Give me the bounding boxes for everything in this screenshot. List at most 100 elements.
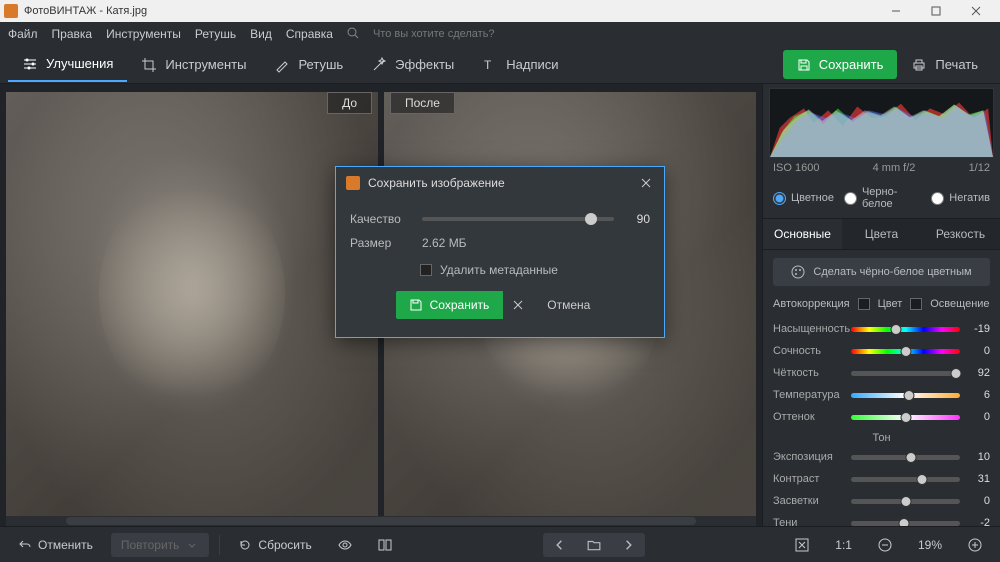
remove-metadata-checkbox[interactable] [420, 264, 432, 276]
radio-color[interactable]: Цветное [773, 186, 834, 210]
slider-tint-value: 0 [966, 411, 990, 423]
subtab-sharpness[interactable]: Резкость [921, 219, 1000, 249]
tab-enhancements[interactable]: Улучшения [8, 48, 127, 82]
exif-lens: 4 mm f/2 [873, 162, 916, 174]
tool-tabs: Улучшения Инструменты Ретушь Эффекты T Н… [0, 46, 1000, 84]
slider-vibrance-value: 0 [966, 345, 990, 357]
dialog-close-button[interactable] [638, 175, 654, 191]
slider-highlights[interactable] [851, 499, 960, 504]
autocorrect-label: Автокоррекция [773, 298, 850, 310]
redo-button[interactable]: Повторить [111, 533, 210, 557]
subtab-main[interactable]: Основные [763, 219, 842, 249]
horizontal-scrollbar[interactable] [6, 516, 756, 526]
checkbox-auto-light[interactable] [910, 298, 922, 310]
printer-icon [911, 57, 927, 73]
radio-negative[interactable]: Негатив [931, 186, 990, 210]
slider-shadows-value: -2 [966, 517, 990, 526]
colorize-button[interactable]: Сделать чёрно-белое цветным [773, 258, 990, 286]
slider-clarity[interactable] [851, 371, 960, 376]
file-nav [543, 533, 645, 557]
dialog-app-icon [346, 176, 360, 190]
print-button-label: Печать [935, 57, 978, 72]
compare-toggle[interactable] [370, 534, 400, 556]
color-mode-radios: Цветное Черно-белое Негатив [763, 180, 1000, 219]
dialog-cancel-button[interactable]: Отмена [533, 291, 604, 319]
histogram[interactable] [769, 88, 994, 158]
slider-shadows[interactable] [851, 521, 960, 526]
dialog-cancel-x[interactable] [503, 291, 533, 319]
tab-captions[interactable]: T Надписи [468, 49, 572, 81]
dialog-title: Сохранить изображение [368, 176, 630, 190]
auto-color-label: Цвет [878, 298, 903, 310]
crop-icon [141, 57, 157, 73]
auto-light-label: Освещение [930, 298, 989, 310]
colorize-label: Сделать чёрно-белое цветным [813, 266, 971, 278]
app-icon [4, 4, 18, 18]
menu-view[interactable]: Вид [250, 27, 272, 41]
menu-retouch[interactable]: Ретушь [195, 27, 236, 41]
slider-contrast[interactable] [851, 477, 960, 482]
prev-file-button[interactable] [543, 533, 577, 557]
actual-size-button[interactable]: 1:1 [827, 534, 860, 556]
slider-saturation[interactable] [851, 327, 960, 332]
save-button[interactable]: Сохранить [783, 50, 898, 79]
radio-bw[interactable]: Черно-белое [844, 186, 921, 210]
slider-tint[interactable] [851, 415, 960, 420]
tab-captions-label: Надписи [506, 57, 558, 72]
fit-screen-button[interactable] [787, 534, 817, 556]
search-input[interactable]: Что вы хотите сделать? [373, 28, 495, 40]
search-icon [347, 27, 359, 42]
close-button[interactable] [956, 0, 996, 22]
menu-tools[interactable]: Инструменты [106, 27, 181, 41]
slider-saturation-value: -19 [966, 323, 990, 335]
folder-icon [587, 538, 601, 552]
print-button[interactable]: Печать [897, 50, 992, 80]
window-titlebar: ФотоВИНТАЖ - Катя.jpg [0, 0, 1000, 22]
exif-iso: ISO 1600 [773, 162, 819, 174]
tab-retouch-label: Ретушь [298, 57, 343, 72]
slider-vibrance[interactable] [851, 349, 960, 354]
checkbox-auto-color[interactable] [858, 298, 870, 310]
menu-edit[interactable]: Правка [52, 27, 93, 41]
slider-highlights-label: Засветки [773, 495, 845, 507]
slider-temperature[interactable] [851, 393, 960, 398]
slider-contrast-value: 31 [966, 473, 990, 485]
maximize-button[interactable] [916, 0, 956, 22]
menu-file[interactable]: Файл [8, 27, 38, 41]
before-label: До [327, 92, 372, 114]
exif-info: ISO 1600 4 mm f/2 1/12 [763, 160, 1000, 180]
reset-button[interactable]: Сбросить [230, 534, 319, 556]
undo-button[interactable]: Отменить [10, 534, 101, 556]
minimize-button[interactable] [876, 0, 916, 22]
tab-tools[interactable]: Инструменты [127, 49, 260, 81]
preview-toggle[interactable] [330, 534, 360, 556]
canvas-before[interactable]: До [6, 92, 378, 518]
quality-slider[interactable] [422, 217, 614, 221]
next-file-button[interactable] [611, 533, 645, 557]
minus-icon [878, 538, 892, 552]
size-label: Размер [350, 236, 410, 250]
zoom-value[interactable]: 19% [910, 534, 950, 556]
slider-contrast-label: Контраст [773, 473, 845, 485]
save-icon [410, 299, 422, 311]
open-folder-button[interactable] [577, 533, 611, 557]
slider-temperature-value: 6 [966, 389, 990, 401]
subtab-colors[interactable]: Цвета [842, 219, 921, 249]
tab-retouch[interactable]: Ретушь [260, 49, 357, 81]
right-panel: ISO 1600 4 mm f/2 1/12 Цветное Черно-бел… [762, 84, 1000, 526]
fit-icon [795, 538, 809, 552]
slider-clarity-value: 92 [966, 367, 990, 379]
dialog-save-button[interactable]: Сохранить [396, 291, 504, 319]
quality-value: 90 [626, 212, 650, 226]
slider-saturation-label: Насыщенность [773, 323, 845, 335]
wand-icon [371, 57, 387, 73]
exif-page: 1/12 [969, 162, 990, 174]
tab-effects[interactable]: Эффекты [357, 49, 468, 81]
save-icon [797, 58, 811, 72]
brush-icon [274, 57, 290, 73]
zoom-out-button[interactable] [870, 534, 900, 556]
chevron-down-icon [185, 538, 199, 552]
menu-help[interactable]: Справка [286, 27, 333, 41]
slider-exposure[interactable] [851, 455, 960, 460]
zoom-in-button[interactable] [960, 534, 990, 556]
